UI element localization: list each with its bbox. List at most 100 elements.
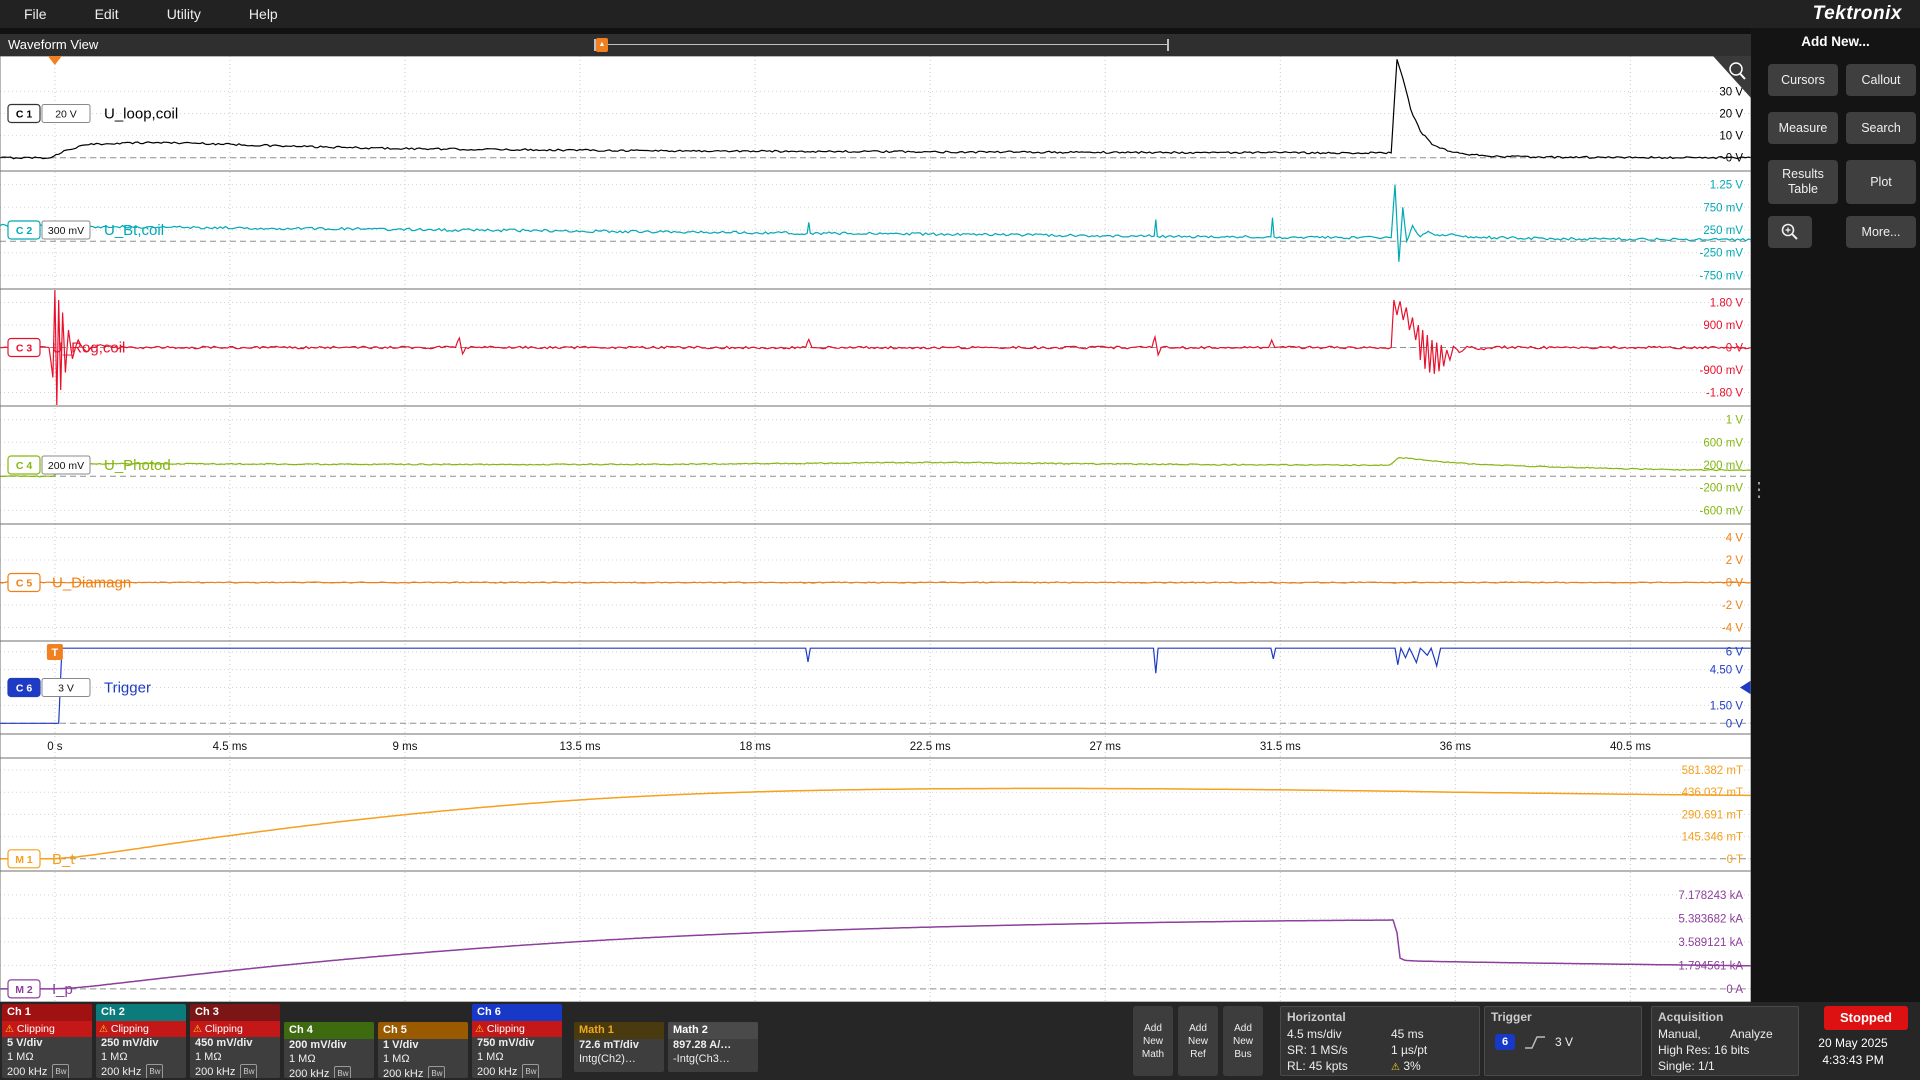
acquisition-resolution: High Res: 16 bits xyxy=(1652,1042,1798,1058)
menu-item-utility[interactable]: Utility xyxy=(143,6,225,22)
tick-label-c6: 1.50 V xyxy=(1710,700,1744,712)
channel-badge-c3[interactable]: C 3 U_Rog,coil xyxy=(8,339,125,357)
badge-line: 750 mV/div xyxy=(472,1037,562,1051)
minimap-window-line[interactable] xyxy=(594,44,1169,45)
svg-text:C 2: C 2 xyxy=(16,225,33,237)
tick-label-c1: 30 V xyxy=(1719,86,1743,98)
x-tick-label: 4.5 ms xyxy=(213,741,248,753)
badge-scale-c4: 200 mV xyxy=(48,460,84,472)
channel-badge-c2[interactable]: C 2300 mVU_Bt,coil xyxy=(8,221,164,239)
more-button[interactable]: More... xyxy=(1846,216,1916,248)
badge-line: 1 MΩ xyxy=(284,1053,374,1067)
menu-item-help[interactable]: Help xyxy=(225,6,302,22)
badge-line: 1 MΩ xyxy=(2,1051,92,1065)
channel-badge-m2[interactable]: M 2I_p xyxy=(8,980,73,998)
horizontal-span: 45 ms xyxy=(1391,1027,1424,1041)
badge-line: 1 MΩ xyxy=(96,1051,186,1065)
channel-badge-c4[interactable]: C 4200 mVU_Photod xyxy=(8,456,171,474)
stopped-indicator[interactable]: Stopped xyxy=(1824,1006,1908,1030)
plot-button[interactable]: Plot xyxy=(1846,160,1916,204)
measure-button[interactable]: Measure xyxy=(1768,112,1838,144)
badge-line: 200 kHzBw xyxy=(96,1064,186,1078)
search-button[interactable]: Search xyxy=(1846,112,1916,144)
tick-label-c3: -900 mV xyxy=(1700,365,1744,377)
panel-splitter-grip[interactable]: ⋮ xyxy=(1749,486,1769,495)
menu-item-edit[interactable]: Edit xyxy=(71,6,143,22)
trigger-panel[interactable]: Trigger 6 3 V xyxy=(1484,1006,1642,1076)
bottom-badge-math-2[interactable]: Math 2897.28 A/…-Intg(Ch3… xyxy=(668,1022,758,1072)
tick-label-c5: 2 V xyxy=(1726,555,1744,567)
current-date: 20 May 2025 xyxy=(1796,1035,1910,1052)
bottom-badge-ch-3[interactable]: Ch 3⚠ Clipping450 mV/div1 MΩ200 kHzBw xyxy=(190,1004,280,1078)
tick-label-c1: 20 V xyxy=(1719,109,1743,121)
trace-c5 xyxy=(0,582,1751,583)
sample-rate: SR: 1 MS/s xyxy=(1287,1042,1391,1058)
bottom-badge-ch-5[interactable]: Ch 51 V/div1 MΩ200 kHzBw xyxy=(378,1022,468,1078)
tick-label-m1: 290.691 mT xyxy=(1682,809,1743,821)
results-table-button[interactable]: Results Table xyxy=(1768,160,1838,204)
tick-label-m1: 0 T xyxy=(1727,854,1743,866)
menu-item-file[interactable]: File xyxy=(0,6,71,22)
minimap-right-cap[interactable] xyxy=(1167,39,1169,51)
badge-title: Ch 2 xyxy=(96,1004,186,1021)
clipping-warning: ⚠ Clipping xyxy=(190,1021,280,1037)
magnifier-icon xyxy=(1780,222,1800,242)
x-tick-label: 0 s xyxy=(47,741,63,753)
tick-label-c2: 1.25 V xyxy=(1710,180,1744,192)
tick-label-m2: 5.383682 kA xyxy=(1678,913,1743,925)
tick-label-c6: 0 V xyxy=(1726,718,1744,730)
badge-line: 5 V/div xyxy=(2,1037,92,1051)
expansion-point-marker[interactable]: ▲ xyxy=(596,38,608,52)
bottom-badge-math-1[interactable]: Math 172.6 mT/divIntg(Ch2)… xyxy=(574,1022,664,1072)
channel-label-c3: U_Rog,coil xyxy=(52,340,125,357)
acquisition-analyze: Analyze xyxy=(1730,1027,1773,1041)
horizontal-scale: 4.5 ms/div xyxy=(1287,1026,1391,1042)
acquisition-single: Single: 1/1 xyxy=(1652,1058,1798,1074)
callout-button[interactable]: Callout xyxy=(1846,64,1916,96)
clipping-warning: ⚠ Clipping xyxy=(472,1021,562,1037)
bottom-badge-ch-2[interactable]: Ch 2⚠ Clipping250 mV/div1 MΩ200 kHzBw xyxy=(96,1004,186,1078)
trigger-source-marker[interactable]: T xyxy=(47,644,63,660)
tick-label-c5: 0 V xyxy=(1726,578,1744,590)
add-new-bus-button[interactable]: AddNewBus xyxy=(1223,1006,1263,1076)
horizontal-title: Horizontal xyxy=(1281,1007,1479,1026)
horizontal-panel[interactable]: Horizontal 4.5 ms/div45 ms SR: 1 MS/s1 µ… xyxy=(1280,1006,1480,1076)
bottom-badge-ch-4[interactable]: Ch 4200 mV/div1 MΩ200 kHzBw xyxy=(284,1022,374,1078)
plot-background xyxy=(0,56,1751,1002)
add-new-ref-button[interactable]: AddNewRef xyxy=(1178,1006,1218,1076)
add-new-math-button[interactable]: AddNewMath xyxy=(1133,1006,1173,1076)
badge-title: Ch 6 xyxy=(472,1004,562,1021)
warning-icon: ⚠ xyxy=(5,1024,14,1035)
badge-line: 250 mV/div xyxy=(96,1037,186,1051)
svg-text:C 3: C 3 xyxy=(16,343,33,355)
channel-badge-c5[interactable]: C 5U_Diamagn xyxy=(8,574,131,592)
bottom-badge-ch-6[interactable]: Ch 6⚠ Clipping750 mV/div1 MΩ200 kHzBw xyxy=(472,1004,562,1078)
tick-label-c5: -4 V xyxy=(1722,623,1743,635)
tick-label-c3: 900 mV xyxy=(1703,320,1743,332)
badge-title: Ch 1 xyxy=(2,1004,92,1021)
tick-label-c6: 6 V xyxy=(1726,647,1744,659)
svg-text:C 6: C 6 xyxy=(16,683,33,695)
tick-label-m1: 581.382 mT xyxy=(1682,765,1743,777)
channel-badge-c6[interactable]: C 63 VTrigger xyxy=(8,679,151,697)
tick-label-m2: 3.589121 kA xyxy=(1678,937,1743,949)
badge-line: -Intg(Ch3… xyxy=(668,1053,758,1067)
waveform-plot[interactable]: 30 V20 V10 V0 V1.25 V750 mV250 mV-250 mV… xyxy=(0,56,1751,1002)
bottom-badge-ch-1[interactable]: Ch 1⚠ Clipping5 V/div1 MΩ200 kHzBw xyxy=(2,1004,92,1078)
svg-text:M 1: M 1 xyxy=(15,854,33,866)
bandwidth-icon: Bw xyxy=(52,1064,69,1078)
zoom-button[interactable] xyxy=(1768,216,1812,248)
warning-icon: ⚠ xyxy=(1391,1062,1400,1073)
svg-text:C 1: C 1 xyxy=(16,109,33,121)
waveform-plot-area[interactable]: 30 V20 V10 V0 V1.25 V750 mV250 mV-250 mV… xyxy=(0,56,1751,1002)
cursors-button[interactable]: Cursors xyxy=(1768,64,1838,96)
clipping-warning: ⚠ Clipping xyxy=(96,1021,186,1037)
acquisition-panel[interactable]: Acquisition Manual,Analyze High Res: 16 … xyxy=(1651,1006,1799,1076)
channel-label-m2: I_p xyxy=(52,981,73,998)
x-tick-label: 31.5 ms xyxy=(1260,741,1301,753)
badge-line: 200 kHzBw xyxy=(2,1064,92,1078)
bottom-settings-bar: Horizontal 4.5 ms/div45 ms SR: 1 MS/s1 µ… xyxy=(0,1002,1920,1080)
tick-label-c6: 4.50 V xyxy=(1710,665,1744,677)
badge-scale-c2: 300 mV xyxy=(48,225,84,237)
right-sidebar: Add New... ⋮ CursorsCalloutMeasureSearch… xyxy=(1751,28,1920,1002)
